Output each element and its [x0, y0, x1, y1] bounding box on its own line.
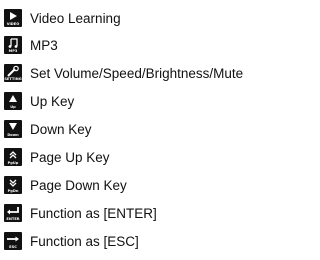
icon-caption: PgDn	[7, 189, 19, 193]
legend-row-page-down: PgDn Page Down Key	[4, 173, 127, 197]
page-up-icon: PgUp	[4, 148, 22, 166]
icon-caption: PgUp	[7, 161, 19, 165]
legend-label: MP3	[30, 37, 58, 53]
legend-label: Function as [ESC]	[30, 233, 139, 249]
legend-label: Down Key	[30, 121, 92, 137]
legend-label: Video Learning	[30, 10, 121, 26]
key-legend: VIDEO Video Learning MP3 MP3 SETTING Set…	[0, 0, 298, 260]
legend-row-up: Up Up Key	[4, 89, 74, 113]
legend-row-enter: ENTER Function as [ENTER]	[4, 201, 157, 225]
icon-caption: MP3	[8, 49, 18, 53]
legend-label: Function as [ENTER]	[30, 205, 157, 221]
legend-label: Set Volume/Speed/Brightness/Mute	[30, 65, 244, 81]
legend-row-page-up: PgUp Page Up Key	[4, 145, 110, 169]
legend-row-down: Down Down Key	[4, 117, 92, 141]
esc-icon: ESC	[4, 232, 22, 250]
arrow-up-icon: Up	[4, 92, 22, 110]
legend-label: Page Down Key	[30, 177, 127, 193]
music-note-icon: MP3	[4, 36, 22, 54]
legend-label: Page Up Key	[30, 149, 110, 165]
icon-caption: SETTING	[4, 77, 22, 81]
icon-caption: ESC	[9, 245, 17, 249]
legend-row-setting: SETTING Set Volume/Speed/Brightness/Mute	[4, 61, 243, 85]
icon-caption: Down	[7, 133, 19, 137]
enter-icon: ENTER	[4, 204, 22, 222]
icon-caption: VIDEO	[6, 22, 20, 26]
legend-row-esc: ESC Function as [ESC]	[4, 229, 139, 253]
arrow-down-icon: Down	[4, 120, 22, 138]
play-icon: VIDEO	[4, 9, 22, 27]
legend-row-mp3: MP3 MP3	[4, 33, 58, 57]
legend-label: Up Key	[30, 93, 75, 109]
setting-icon: SETTING	[4, 64, 22, 82]
legend-row-video: VIDEO Video Learning	[4, 6, 121, 30]
icon-caption: ENTER	[6, 217, 20, 221]
icon-caption: Up	[10, 105, 16, 109]
page-down-icon: PgDn	[4, 176, 22, 194]
